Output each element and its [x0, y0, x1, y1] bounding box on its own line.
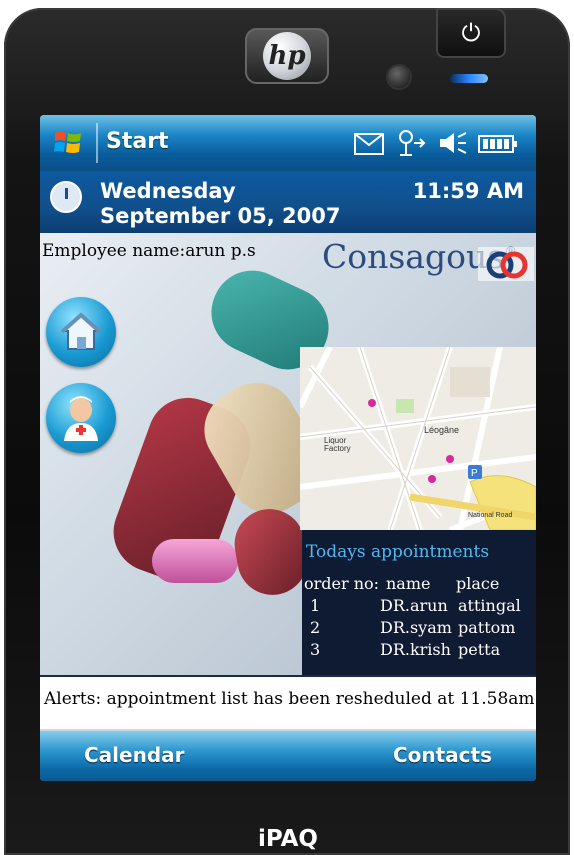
- clock-icon: [50, 181, 82, 213]
- column-header-place: place: [456, 574, 500, 593]
- appointment-place: pattom: [458, 618, 516, 637]
- connectivity-icon[interactable]: [396, 129, 426, 157]
- appointment-name: DR.syam: [380, 618, 452, 637]
- weekday: Wednesday: [100, 179, 236, 203]
- svg-text:Léogâne: Léogâne: [424, 425, 459, 435]
- date: September 05, 2007: [100, 204, 341, 228]
- brand-name: Consagous: [322, 237, 505, 276]
- device-model-label: iPAQ: [258, 826, 318, 852]
- power-button[interactable]: ⏻: [436, 8, 506, 58]
- svg-text:P: P: [471, 468, 478, 479]
- softkey-bar: Calendar Contacts: [40, 731, 536, 781]
- doctor-button[interactable]: [46, 383, 116, 453]
- volume-icon[interactable]: [438, 131, 468, 155]
- column-header-order: order no:: [304, 574, 380, 593]
- start-separator: [96, 123, 98, 163]
- home-icon: [60, 312, 102, 350]
- mail-icon[interactable]: [354, 133, 384, 155]
- alerts-bar[interactable]: Alerts: appointment list has been reshed…: [40, 675, 536, 729]
- power-icon: ⏻: [461, 19, 481, 47]
- appointments-panel: Todays appointments order no: name place…: [302, 530, 536, 677]
- windows-start-icon[interactable]: [52, 127, 84, 159]
- contacts-softkey[interactable]: Contacts: [393, 743, 492, 767]
- appointment-place: petta: [458, 640, 501, 659]
- time: 11:59 AM: [412, 179, 524, 203]
- appointment-order: 1: [310, 596, 321, 615]
- svg-text:Factory: Factory: [324, 444, 351, 453]
- doctor-icon: [64, 396, 98, 441]
- alert-message: Alerts: appointment list has been reshed…: [44, 689, 535, 709]
- map-graphic: P Liquor Factory Léogâne National Road: [300, 347, 536, 530]
- calendar-softkey[interactable]: Calendar: [84, 743, 185, 767]
- status-led: [450, 74, 488, 83]
- appointment-place: attingal: [458, 596, 521, 615]
- location-map[interactable]: P Liquor Factory Léogâne National Road: [300, 347, 536, 530]
- appointments-title: Todays appointments: [306, 542, 490, 562]
- battery-icon[interactable]: [478, 133, 518, 155]
- front-camera: [388, 66, 410, 88]
- home-button[interactable]: [46, 297, 116, 367]
- device-screen: Start Wednesday September 05, 2007 11:59…: [40, 115, 536, 781]
- appointment-order: 3: [310, 640, 321, 659]
- employee-name: Employee name:arun p.s: [42, 241, 256, 261]
- start-bar: Start: [40, 115, 536, 171]
- today-screen: Employee name:arun p.s Consagous®: [40, 233, 536, 677]
- consagous-logo-icon: [478, 247, 534, 281]
- appointment-order: 2: [310, 618, 321, 637]
- start-menu-label[interactable]: Start: [106, 129, 169, 154]
- hp-logo-mark: hp: [263, 32, 311, 80]
- column-header-name: name: [386, 574, 431, 593]
- appointment-name: DR.arun: [380, 596, 448, 615]
- appointment-name: DR.krish: [380, 640, 451, 659]
- hp-logo: hp: [245, 28, 329, 84]
- date-bar[interactable]: Wednesday September 05, 2007 11:59 AM: [40, 171, 536, 233]
- svg-text:National Road: National Road: [468, 512, 512, 519]
- background-pill: [152, 539, 238, 583]
